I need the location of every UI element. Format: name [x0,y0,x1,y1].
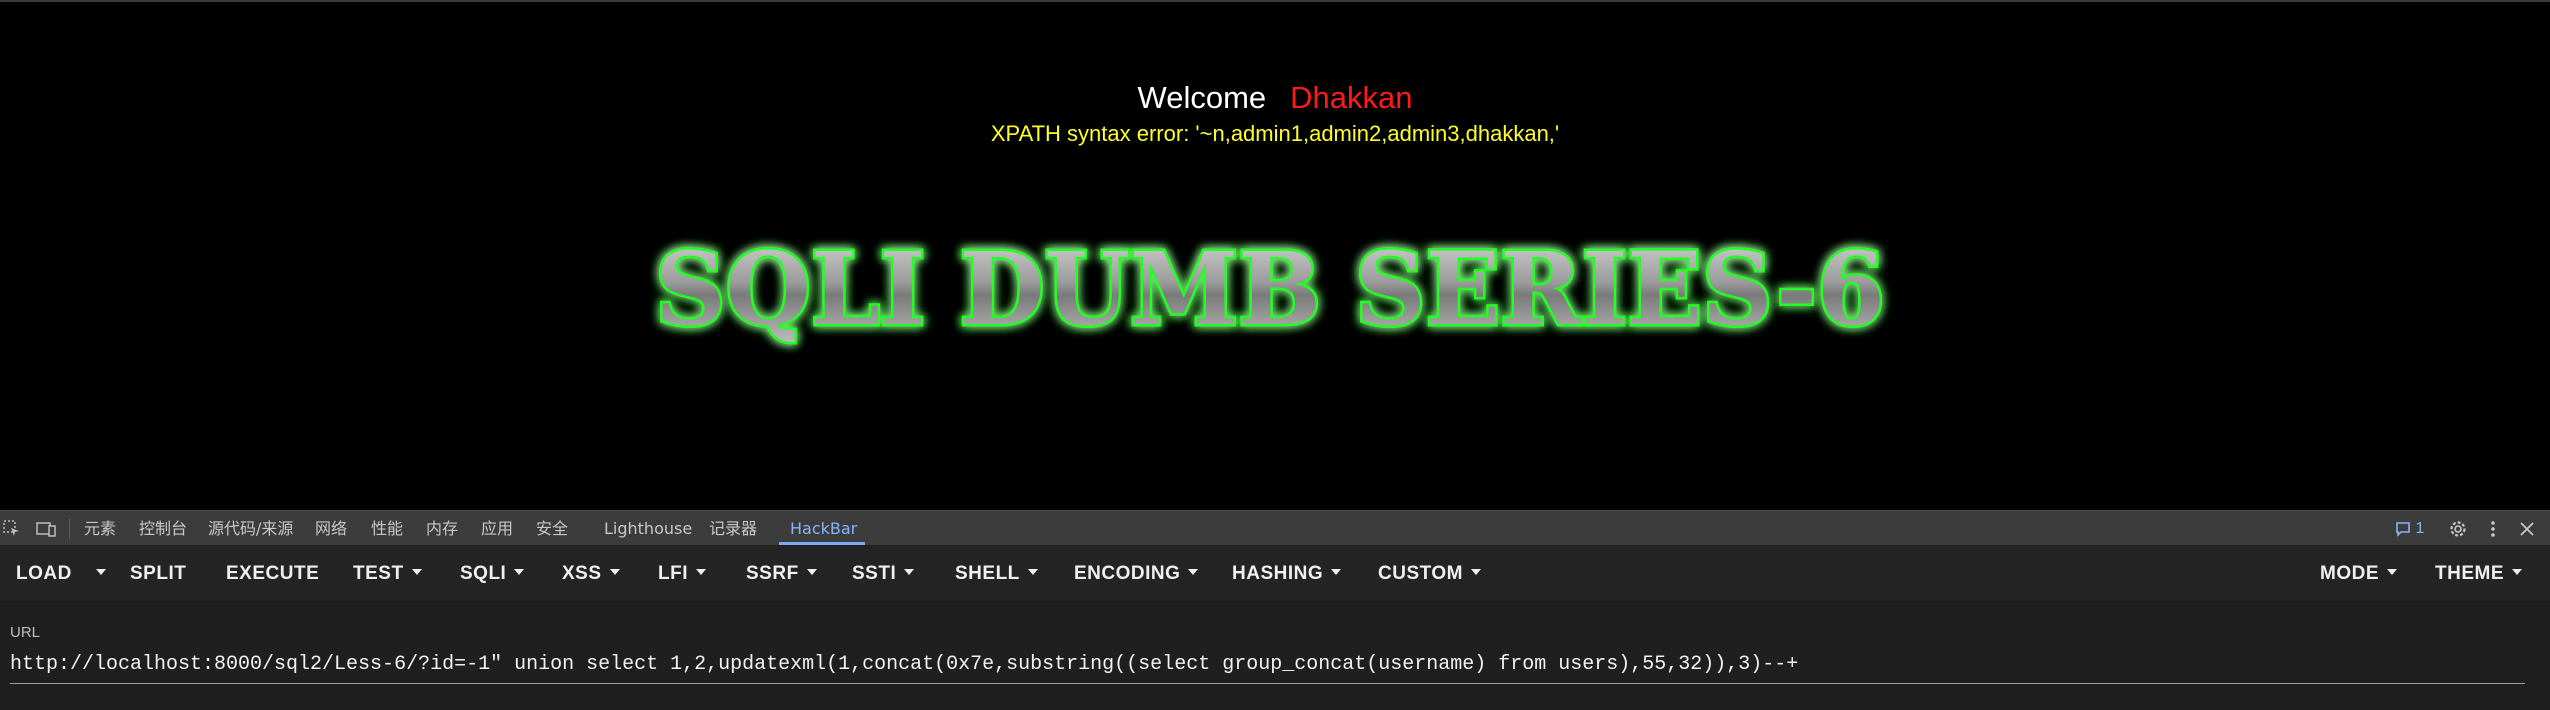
devtools-tab-bar: 元素 控制台 源代码/来源 网络 性能 内存 应用 安全 Lighthouse … [0,510,2550,546]
chevron-down-icon [696,569,706,576]
custom-label: CUSTOM [1378,563,1463,584]
tab-elements[interactable]: 元素 [84,511,116,546]
ssrf-label: SSRF [746,563,799,584]
more-options-icon[interactable] [2483,519,2503,539]
sqli-label: SQLI [460,563,507,584]
settings-gear-icon[interactable] [2448,519,2468,539]
issues-count: 1 [2415,520,2425,537]
theme-menu[interactable]: THEME [2435,546,2522,602]
lfi-menu[interactable]: LFI [658,546,706,602]
hackbar-toolbar: LOAD SPLIT EXECUTE TEST SQLI XSS LFI SSR… [0,546,2550,602]
devtools-panel: 元素 控制台 源代码/来源 网络 性能 内存 应用 安全 Lighthouse … [0,510,2550,710]
mode-label: MODE [2320,563,2379,584]
chevron-down-icon [411,569,422,576]
encoding-label: ENCODING [1074,563,1181,584]
chevron-down-icon [514,569,525,576]
xss-label: XSS [562,563,602,584]
hashing-label: HASHING [1232,563,1324,584]
chevron-down-icon [1470,569,1481,576]
chevron-down-icon [1331,569,1342,576]
tab-application[interactable]: 应用 [481,511,513,546]
tab-recorder[interactable]: 记录器 [709,511,757,546]
tab-network[interactable]: 网络 [315,511,347,546]
shell-label: SHELL [955,563,1020,584]
test-menu[interactable]: TEST [353,546,422,602]
toolbar-divider [69,519,70,539]
shell-menu[interactable]: SHELL [955,546,1038,602]
banner-title: SQLI DUMB SERIES-6 [655,230,1885,348]
load-dropdown-button[interactable] [88,546,108,602]
close-icon[interactable] [2517,519,2537,539]
hashing-menu[interactable]: HASHING [1232,546,1342,602]
load-button[interactable]: LOAD [16,546,72,602]
xpath-error-message: XPATH syntax error: '~n,admin1,admin2,ad… [990,121,1560,146]
tab-performance[interactable]: 性能 [371,511,403,546]
tab-sources[interactable]: 源代码/来源 [208,511,293,546]
url-input[interactable] [10,646,2525,684]
theme-label: THEME [2435,563,2504,584]
url-label: URL [10,624,41,641]
xss-menu[interactable]: XSS [562,546,620,602]
custom-menu[interactable]: CUSTOM [1378,546,1481,602]
welcome-label: Welcome [1137,80,1267,115]
welcome-line: Welcome Dhakkan [0,80,2550,116]
tab-console[interactable]: 控制台 [139,511,187,546]
test-label: TEST [353,563,404,584]
encoding-menu[interactable]: ENCODING [1074,546,1199,602]
chevron-down-icon [96,569,106,576]
execute-button[interactable]: EXECUTE [226,546,319,602]
sqli-banner-image: SQLI DUMB SERIES-6 [653,228,1888,351]
split-button[interactable]: SPLIT [130,546,186,602]
chevron-down-icon [1027,569,1038,576]
chevron-down-icon [2387,569,2397,576]
chevron-down-icon [806,569,817,576]
tab-lighthouse[interactable]: Lighthouse [604,511,692,546]
ssti-label: SSTI [852,563,897,584]
hackbar-url-section: URL [0,602,2550,710]
inspect-element-icon[interactable] [2,519,22,539]
tab-memory[interactable]: 内存 [426,511,458,546]
device-toolbar-icon[interactable] [36,519,56,539]
chevron-down-icon [904,569,915,576]
user-name: Dhakkan [1290,80,1413,115]
web-page: Welcome Dhakkan XPATH syntax error: '~n,a… [0,2,2550,510]
tab-security[interactable]: 安全 [536,511,568,546]
tab-hackbar[interactable]: HackBar [790,511,857,546]
ssrf-menu[interactable]: SSRF [746,546,817,602]
ssti-menu[interactable]: SSTI [852,546,915,602]
chevron-down-icon [2512,569,2522,576]
chevron-down-icon [609,569,620,576]
message-icon [2396,521,2410,537]
sqli-menu[interactable]: SQLI [460,546,525,602]
mode-menu[interactable]: MODE [2320,546,2397,602]
lfi-label: LFI [658,563,688,584]
chevron-down-icon [1188,569,1199,576]
issues-counter[interactable]: 1 [2395,519,2424,539]
active-tab-indicator [779,542,865,545]
